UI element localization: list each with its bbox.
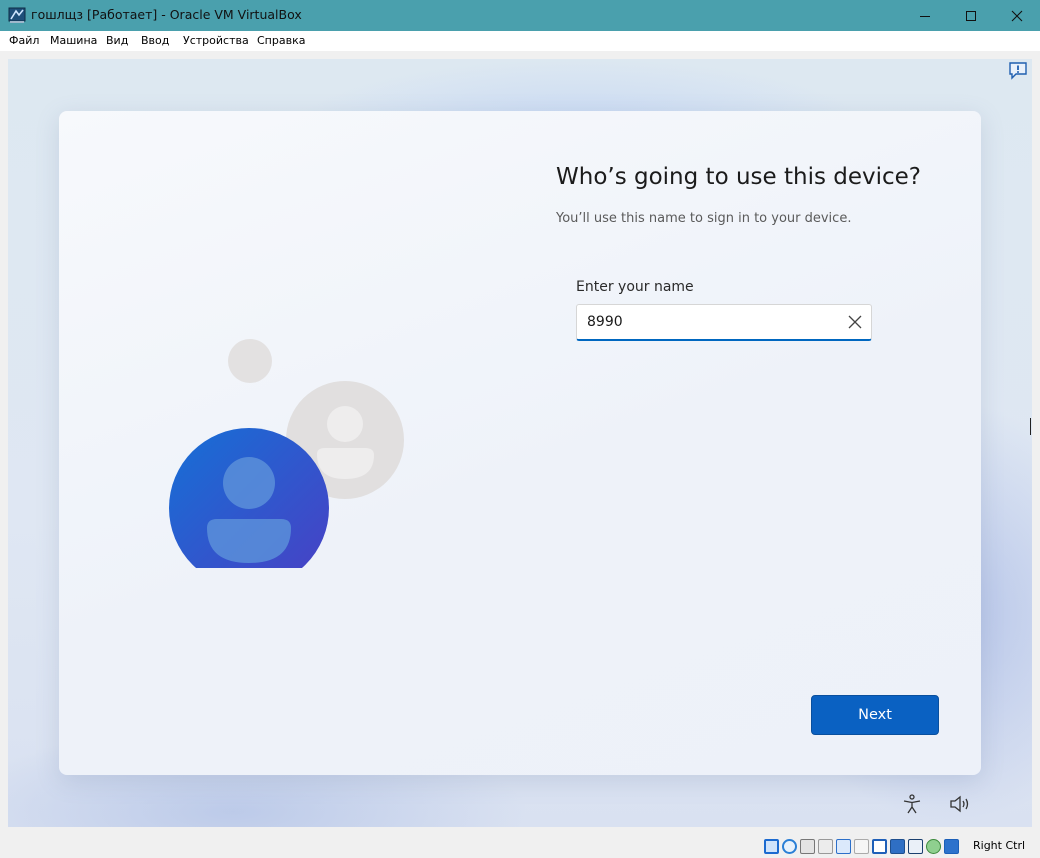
host-key-label: Right Ctrl xyxy=(973,839,1026,852)
keyboard-capture-icon[interactable] xyxy=(944,839,959,854)
close-button[interactable] xyxy=(994,0,1040,31)
status-icons xyxy=(764,839,959,855)
close-icon[interactable] xyxy=(847,314,863,330)
maximize-icon xyxy=(966,10,976,21)
shared-folders-icon[interactable] xyxy=(854,839,869,854)
menu-devices[interactable]: Устройства xyxy=(183,34,249,47)
page-subtitle: You’ll use this name to sign in to your … xyxy=(556,211,852,226)
name-field-label: Enter your name xyxy=(576,279,694,295)
window-title: гошлщз [Работает] - Oracle VM VirtualBox xyxy=(31,7,302,22)
display-icon[interactable] xyxy=(872,839,887,854)
virtualization-icon[interactable] xyxy=(908,839,923,854)
close-icon xyxy=(1011,10,1023,21)
menu-machine[interactable]: Машина xyxy=(50,34,97,47)
volume-icon[interactable] xyxy=(948,793,972,815)
status-bar: Right Ctrl xyxy=(0,835,1040,858)
menu-view[interactable]: Вид xyxy=(106,34,128,47)
accessibility-icon[interactable] xyxy=(901,793,923,815)
optical-drive-icon[interactable] xyxy=(782,839,797,854)
vm-screen[interactable]: Who’s going to use this device? You’ll u… xyxy=(8,59,1032,827)
network-icon[interactable] xyxy=(818,839,833,854)
name-field xyxy=(576,304,872,341)
mouse-integration-icon[interactable] xyxy=(926,839,941,854)
virtualbox-app-icon[interactable] xyxy=(8,6,26,24)
recording-icon[interactable] xyxy=(890,839,905,854)
menu-input[interactable]: Ввод xyxy=(141,34,169,47)
name-input[interactable] xyxy=(577,305,837,338)
feedback-icon[interactable] xyxy=(1008,61,1028,81)
title-bar[interactable]: гошлщз [Работает] - Oracle VM VirtualBox xyxy=(0,0,1040,31)
minimize-button[interactable] xyxy=(902,0,948,31)
next-button[interactable]: Next xyxy=(811,695,939,735)
menu-file[interactable]: Файл xyxy=(9,34,39,47)
maximize-button[interactable] xyxy=(948,0,994,31)
text-cursor xyxy=(1030,418,1031,435)
menu-help[interactable]: Справка xyxy=(257,34,305,47)
users-illustration-icon xyxy=(169,339,404,568)
hard-disk-icon[interactable] xyxy=(764,839,779,854)
menu-bar: Файл Машина Вид Ввод Устройства Справка xyxy=(0,31,1040,51)
oobe-card: Who’s going to use this device? You’ll u… xyxy=(59,111,981,775)
minimize-icon xyxy=(920,15,930,17)
page-title: Who’s going to use this device? xyxy=(556,164,922,190)
usb-icon[interactable] xyxy=(836,839,851,854)
audio-icon[interactable] xyxy=(800,839,815,854)
